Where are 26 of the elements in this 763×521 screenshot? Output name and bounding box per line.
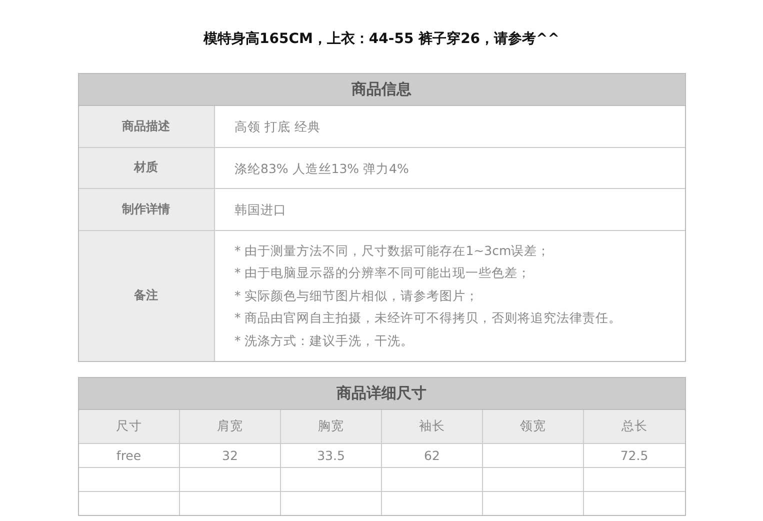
column-header: 胸宽 — [280, 410, 382, 444]
table-cell: 62 — [382, 444, 482, 468]
table-title: 商品详细尺寸 — [78, 378, 684, 410]
table-cell: free — [78, 444, 180, 468]
row-value: 韩国进口 — [234, 201, 288, 219]
note-line: * 实际颜色与细节图片相似，请参考图片； — [234, 286, 480, 304]
column-header: 袖长 — [382, 410, 482, 444]
row-label: 材质 — [78, 148, 214, 188]
note-line: * 由于测量方法不同，尺寸数据可能存在1~3cm误差； — [234, 242, 552, 260]
table-title: 商品信息 — [78, 74, 684, 106]
row-value: 高领 打底 经典 — [234, 118, 322, 136]
column-header: 肩宽 — [180, 410, 280, 444]
column-header: 总长 — [584, 410, 684, 444]
row-label: 商品描述 — [78, 106, 214, 146]
column-header: 尺寸 — [78, 410, 180, 444]
row-value: 涤纶83% 人造丝13% 弹力4% — [234, 160, 410, 178]
note-line: * 洗涤方式：建议手洗，干洗。 — [234, 332, 415, 350]
row-label: 制作详情 — [78, 189, 214, 230]
table-cell: 32 — [180, 444, 280, 468]
headline: 模特身高165CM，上衣：44-55 裤子穿26，请参考^^ — [203, 30, 560, 48]
table-cell: 33.5 — [280, 444, 382, 468]
note-line: * 由于电脑显示器的分辨率不同可能出现一些色差； — [234, 264, 532, 282]
row-label: 备注 — [78, 230, 214, 361]
note-line: * 商品由官网自主拍摄，未经许可不得拷贝，否则将追究法律责任。 — [234, 309, 623, 327]
column-header: 领宽 — [482, 410, 584, 444]
table-cell: 72.5 — [584, 444, 684, 468]
